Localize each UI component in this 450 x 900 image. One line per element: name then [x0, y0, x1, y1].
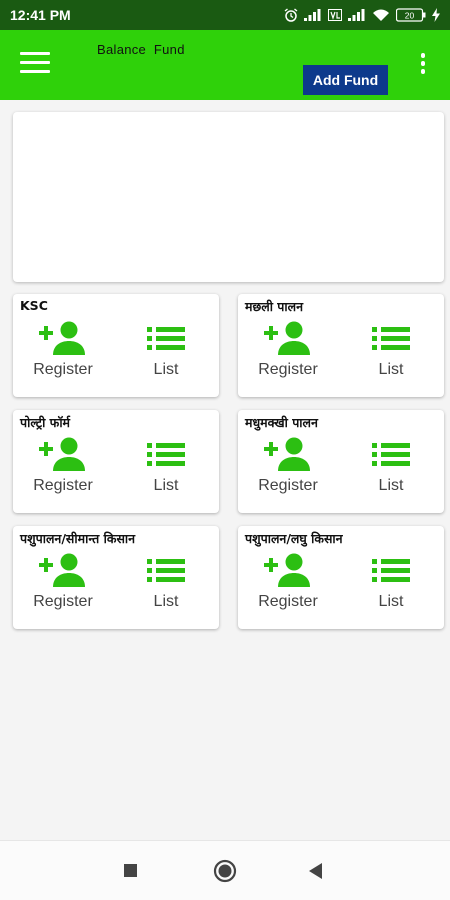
register-button[interactable]: Register: [18, 436, 108, 506]
circle-icon: [213, 859, 237, 883]
list-label: List: [378, 361, 404, 378]
category-card-poultry-farm: पोल्ट्री फॉर्म Register List: [13, 410, 219, 513]
add-person-icon: [264, 437, 310, 471]
card-title: मधुमक्खी पालन: [245, 415, 318, 430]
hamburger-menu-icon[interactable]: [20, 52, 50, 78]
signal-icon-2: [348, 9, 365, 21]
list-button[interactable]: List: [346, 320, 436, 390]
register-button[interactable]: Register: [243, 320, 333, 390]
list-icon: [372, 327, 410, 350]
category-card-fish-farming: मछली पालन Register List: [238, 294, 444, 397]
alarm-icon: [284, 8, 298, 22]
register-button[interactable]: Register: [243, 436, 333, 506]
charging-icon: [432, 8, 440, 22]
register-label: Register: [33, 361, 93, 378]
register-label: Register: [33, 593, 93, 610]
signal-icon: [304, 9, 321, 21]
add-person-icon: [39, 321, 85, 355]
square-icon: [124, 864, 137, 877]
card-title: पशुपालन/लघु किसान: [245, 531, 343, 546]
volte-icon: [328, 9, 342, 21]
register-label: Register: [258, 593, 318, 610]
status-time: 12:41 PM: [10, 7, 71, 23]
list-icon: [372, 559, 410, 582]
status-bar: 12:41 PM 20: [0, 0, 450, 30]
register-button[interactable]: Register: [243, 552, 333, 622]
category-card-beekeeping: मधुमक्खी पालन Register List: [238, 410, 444, 513]
register-button[interactable]: Register: [18, 552, 108, 622]
card-title: पोल्ट्री फॉर्म: [20, 415, 71, 430]
list-label: List: [378, 477, 404, 494]
balance-fund-label: Balance Fund: [97, 42, 185, 57]
list-icon: [147, 443, 185, 466]
card-title: पशुपालन/सीमान्त किसान: [20, 531, 136, 546]
back-button[interactable]: [307, 859, 325, 887]
system-icons: 20: [284, 8, 440, 22]
list-label: List: [378, 593, 404, 610]
battery-icon: 20: [396, 8, 426, 22]
home-button[interactable]: [213, 859, 237, 887]
wifi-icon: [373, 9, 389, 21]
add-person-icon: [264, 321, 310, 355]
list-icon: [372, 443, 410, 466]
more-options-icon[interactable]: [417, 53, 429, 79]
app-bar: Balance Fund Add Fund: [0, 30, 450, 100]
register-label: Register: [258, 477, 318, 494]
banner-panel: [13, 112, 444, 282]
register-label: Register: [258, 361, 318, 378]
add-fund-button[interactable]: Add Fund: [303, 65, 388, 95]
recents-button[interactable]: [122, 859, 140, 887]
category-card-livestock-marginal-farmer: पशुपालन/सीमान्त किसान Register List: [13, 526, 219, 629]
category-card-ksc: KSC Register List: [13, 294, 219, 397]
list-button[interactable]: List: [121, 552, 211, 622]
add-person-icon: [39, 437, 85, 471]
list-button[interactable]: List: [121, 320, 211, 390]
battery-level: 20: [405, 11, 415, 21]
navigation-bar: [0, 840, 450, 900]
list-button[interactable]: List: [121, 436, 211, 506]
list-label: List: [153, 593, 179, 610]
list-icon: [147, 327, 185, 350]
add-person-icon: [264, 553, 310, 587]
list-button[interactable]: List: [346, 552, 436, 622]
list-button[interactable]: List: [346, 436, 436, 506]
back-triangle-icon: [309, 863, 322, 879]
card-title: मछली पालन: [245, 299, 304, 314]
register-button[interactable]: Register: [18, 320, 108, 390]
category-card-livestock-small-farmer: पशुपालन/लघु किसान Register List: [238, 526, 444, 629]
register-label: Register: [33, 477, 93, 494]
list-label: List: [153, 477, 179, 494]
card-title: KSC: [20, 298, 48, 313]
list-icon: [147, 559, 185, 582]
add-person-icon: [39, 553, 85, 587]
list-label: List: [153, 361, 179, 378]
